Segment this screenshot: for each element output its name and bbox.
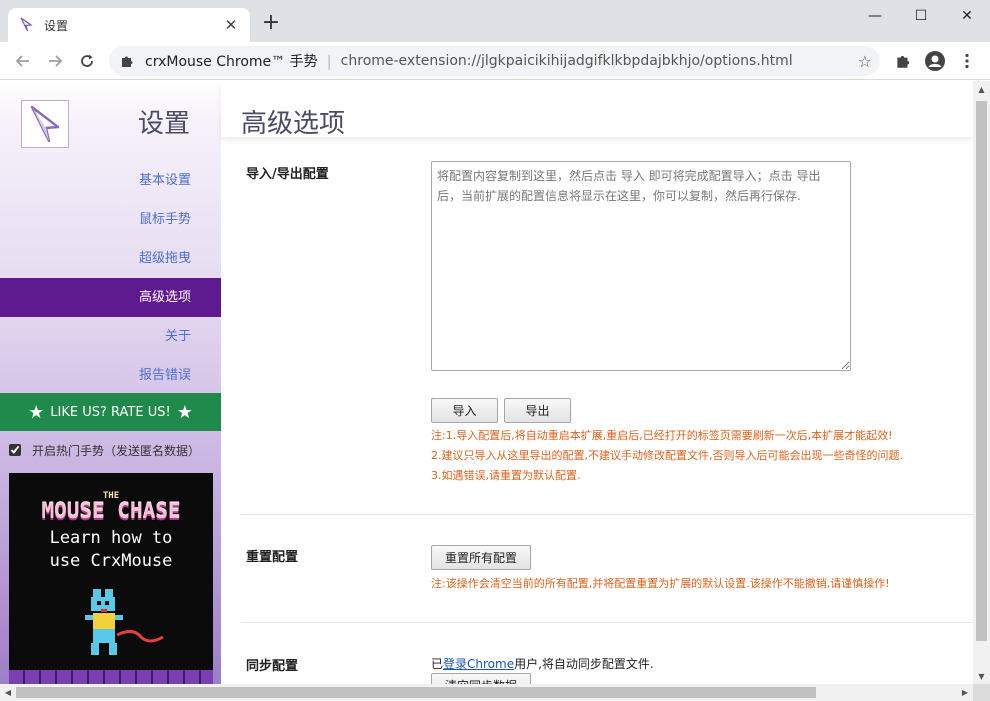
nav-item-advanced-options[interactable]: 高级选项 — [0, 278, 221, 317]
profile-avatar-icon[interactable] — [925, 51, 945, 71]
promo-line2: use CrxMouse — [49, 551, 173, 571]
nav-item-label: 高级选项 — [138, 290, 191, 305]
tab-strip: 设置 ✕ + — ☐ ✕ — [0, 0, 990, 42]
scroll-down-icon[interactable]: ▼ — [973, 668, 990, 684]
menu-kebab-icon[interactable] — [957, 51, 977, 71]
sync-status-text: 已登录Chrome用户,将自动同步配置文件. — [431, 655, 654, 672]
reset-note: 注:该操作会清空当前的所有配置,并将配置重置为扩展的默认设置.该操作不能撤销,请… — [431, 577, 890, 590]
horizontal-scrollbar[interactable]: ◀ ▶ — [0, 684, 973, 701]
reset-label: 重置配置 — [246, 550, 299, 565]
import-note-2: 2.建议只导入从这里导出的配置,不建议手动修改配置文件,否则导入后可能会出现一些… — [431, 449, 903, 462]
site-name: crxMouse Chrome™ 手势 — [145, 54, 318, 70]
import-note-1: 注:1.导入配置后,将自动重启本扩展,重启后,已经打开的标签页需要刷新一次后,本… — [431, 429, 893, 442]
nav-item-about[interactable]: 关于 — [0, 317, 221, 356]
import-note-3: 3.如遇错误,请重置为默认配置. — [431, 469, 581, 482]
nav-item-label: 超级拖曳 — [138, 251, 191, 266]
nav-item-basic-settings[interactable]: 基本设置 — [0, 161, 221, 200]
nav-item-mouse-gestures[interactable]: 鼠标手势 — [0, 200, 221, 239]
sync-text-before: 已 — [431, 657, 444, 671]
nav-item-label: 基本设置 — [138, 173, 191, 188]
export-button[interactable]: 导出 — [504, 398, 571, 423]
promo-line1: Learn how to — [49, 528, 173, 548]
address-bar[interactable]: crxMouse Chrome™ 手势 | chrome-extension:/… — [109, 46, 880, 76]
sync-text-after: 用户,将自动同步配置文件. — [514, 657, 654, 671]
star-icon: ★ — [176, 401, 193, 423]
import-export-label: 导入/导出配置 — [246, 167, 329, 182]
nav-item-label: 关于 — [164, 329, 191, 344]
clear-sync-data-button[interactable]: 清空同步数据 — [431, 673, 531, 684]
config-textarea[interactable] — [431, 161, 851, 371]
sign-in-chrome-link[interactable]: 登录Chrome — [443, 657, 514, 671]
maximize-icon[interactable]: ☐ — [898, 0, 944, 32]
window-close-icon[interactable]: ✕ — [944, 0, 990, 32]
hot-gestures-label: 开启热门手势（发送匿名数据） — [32, 443, 201, 458]
section-divider — [241, 622, 973, 623]
forward-icon[interactable] — [44, 50, 66, 72]
hot-gestures-option[interactable]: 开启热门手势（发送匿名数据） — [9, 441, 219, 459]
browser-tab[interactable]: 设置 ✕ — [8, 8, 250, 42]
back-icon[interactable] — [12, 50, 34, 72]
tab-title: 设置 — [44, 18, 69, 33]
options-page: 设置 基本设置 鼠标手势 超级拖曳 高级选项 关于 报告错误 ★ LIKE US… — [0, 81, 990, 684]
rate-us-button[interactable]: ★ LIKE US? RATE US! ★ — [0, 393, 221, 431]
star-icon: ★ — [28, 401, 45, 423]
nav-item-super-drag[interactable]: 超级拖曳 — [0, 239, 221, 278]
page-title: 高级选项 — [241, 109, 346, 139]
minimize-icon[interactable]: — — [852, 0, 898, 32]
cursor-logo-icon — [30, 105, 60, 143]
vertical-scroll-thumb[interactable] — [976, 101, 987, 641]
extensions-icon[interactable] — [893, 51, 913, 71]
main-content: 高级选项 导入/导出配置 导入 导出 注:1.导入配置后,将自动重启本扩展,重启… — [221, 81, 973, 684]
scroll-right-icon[interactable]: ▶ — [957, 684, 973, 701]
section-divider — [241, 514, 973, 515]
mouse-chase-promo[interactable]: THE MOUSE CHASE Learn how to use CrxMous… — [9, 473, 213, 684]
promo-floor — [9, 670, 213, 684]
scroll-left-icon[interactable]: ◀ — [0, 684, 16, 701]
mouse-character-icon — [85, 589, 164, 655]
vertical-scrollbar[interactable]: ▲ ▼ — [973, 81, 990, 684]
nav-item-label: 报告错误 — [138, 368, 191, 383]
rate-us-label: LIKE US? RATE US! — [50, 404, 171, 420]
crxmouse-favicon-icon — [20, 17, 33, 32]
promo-big-title: MOUSE CHASE — [41, 499, 181, 523]
crxmouse-logo — [21, 100, 69, 148]
new-tab-icon[interactable]: + — [260, 12, 282, 34]
nav-item-label: 鼠标手势 — [138, 212, 191, 227]
sync-label: 同步配置 — [246, 659, 299, 674]
extension-puzzle-icon — [122, 56, 133, 67]
browser-toolbar: crxMouse Chrome™ 手势 | chrome-extension:/… — [0, 42, 990, 80]
bookmark-star-icon[interactable]: ☆ — [858, 52, 872, 71]
sidebar: 设置 基本设置 鼠标手势 超级拖曳 高级选项 关于 报告错误 ★ LIKE US… — [0, 81, 221, 684]
scrollbar-corner — [973, 684, 990, 701]
horizontal-scroll-thumb[interactable] — [16, 687, 816, 698]
hot-gestures-checkbox[interactable] — [9, 444, 21, 456]
omnibox-separator: | — [326, 52, 332, 70]
tab-close-icon[interactable]: ✕ — [222, 16, 240, 34]
import-button[interactable]: 导入 — [431, 398, 498, 423]
main-header: 高级选项 — [221, 81, 973, 139]
url-text[interactable]: chrome-extension://jlgkpaicikihijadgifkl… — [341, 53, 793, 69]
scroll-up-icon[interactable]: ▲ — [973, 81, 990, 97]
nav-item-report-bug[interactable]: 报告错误 — [0, 356, 221, 395]
sidebar-title: 设置 — [138, 109, 191, 139]
reload-icon[interactable] — [76, 50, 98, 72]
reset-all-button[interactable]: 重置所有配置 — [431, 545, 531, 570]
